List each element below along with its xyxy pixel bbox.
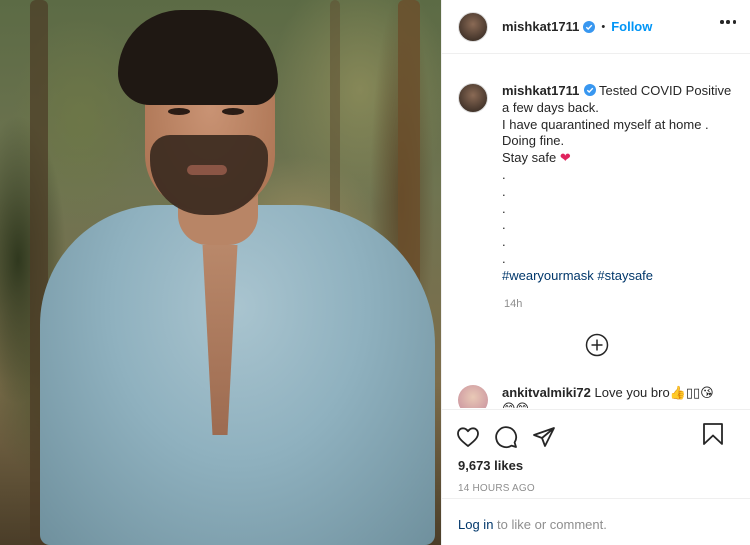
- comment-text: ankitvalmiki72 Love you bro👍▯▯😘 😁😁: [502, 385, 714, 408]
- caption-line: Tested COVID Positive: [598, 83, 732, 98]
- caption-line: Stay safe: [502, 150, 557, 166]
- actions-bar: 9,673 likes 14 HOURS AGO: [442, 409, 750, 494]
- post-sidebar: mishkat1711 • Follow mishkat1711 Tested …: [441, 0, 750, 545]
- author-avatar[interactable]: [458, 11, 488, 42]
- post-timestamp[interactable]: 14 HOURS AGO: [442, 473, 750, 494]
- caption-avatar[interactable]: [458, 83, 488, 113]
- verified-badge-icon: [583, 84, 596, 96]
- comment-item: ankitvalmiki72 Love you bro👍▯▯😘 😁😁: [458, 385, 714, 408]
- separator-dot: •: [601, 20, 606, 33]
- caption-dot: .: [502, 250, 506, 266]
- commenter-username[interactable]: ankitvalmiki72: [502, 385, 591, 400]
- heart-emoji: ❤: [559, 150, 571, 166]
- commenter-avatar[interactable]: [458, 385, 488, 408]
- share-icon[interactable]: [532, 425, 556, 449]
- caption-text: mishkat1711 Tested COVID Positive a few …: [502, 83, 732, 285]
- likes-count[interactable]: 9,673 likes: [442, 452, 750, 473]
- hashtags[interactable]: #wearyourmask #staysafe: [502, 268, 653, 283]
- bookmark-icon[interactable]: [702, 422, 724, 446]
- heart-icon[interactable]: [456, 425, 480, 449]
- caption-line: Doing fine.: [502, 133, 565, 149]
- login-prompt: Log in to like or comment.: [442, 498, 750, 545]
- caption-time[interactable]: 14h: [504, 298, 750, 310]
- post-header: mishkat1711 • Follow: [442, 0, 750, 54]
- caption-dot: .: [502, 217, 506, 233]
- login-link[interactable]: Log in: [458, 517, 493, 532]
- verified-badge-icon: [583, 20, 596, 33]
- caption-dot: .: [502, 234, 506, 250]
- comment-second-line: 😁😁: [502, 401, 529, 408]
- login-prompt-text: to like or comment.: [493, 517, 607, 532]
- more-options-icon[interactable]: [720, 20, 736, 34]
- comments-section: mishkat1711 Tested COVID Positive a few …: [442, 55, 750, 408]
- comment-icon[interactable]: [494, 425, 518, 449]
- comment-body: Love you bro👍: [594, 385, 686, 400]
- add-comment-icon[interactable]: [585, 333, 609, 357]
- caption-dot: .: [502, 166, 506, 182]
- caption-username[interactable]: mishkat1711: [502, 83, 579, 98]
- caption-dot: .: [502, 183, 506, 199]
- caption-line: a few days back.: [502, 99, 599, 115]
- caption-line: I have quarantined myself at home .: [502, 116, 709, 132]
- caption-dot: .: [502, 200, 506, 216]
- comment-extra: ▯▯😘: [685, 385, 714, 400]
- author-username[interactable]: mishkat1711: [502, 19, 579, 34]
- post-photo[interactable]: [0, 0, 441, 545]
- follow-button[interactable]: Follow: [611, 19, 652, 34]
- caption: mishkat1711 Tested COVID Positive a few …: [442, 55, 750, 285]
